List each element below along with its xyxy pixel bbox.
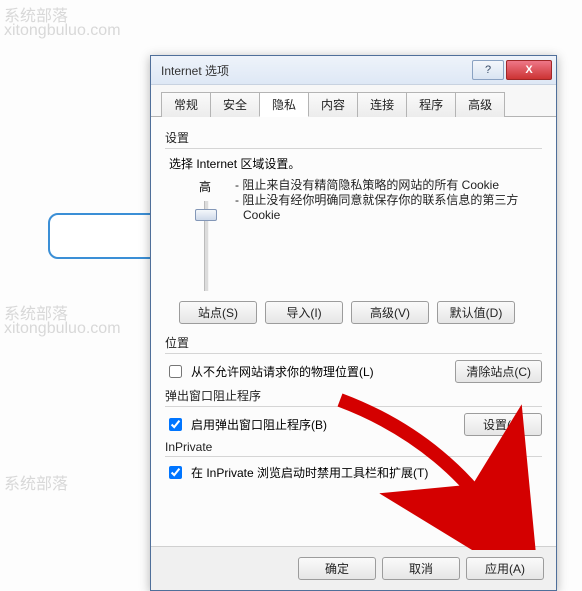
popup-checkbox[interactable] <box>169 418 182 431</box>
advanced-button[interactable]: 高级(V) <box>351 301 429 324</box>
titlebar[interactable]: Internet 选项 ? X <box>151 56 556 85</box>
tab-strip: 常规 安全 隐私 内容 连接 程序 高级 <box>151 85 556 117</box>
inprivate-checkbox[interactable] <box>169 466 182 479</box>
group-location-label: 位置 <box>165 334 542 351</box>
location-checkbox-label: 从不允许网站请求你的物理位置(L) <box>191 363 374 380</box>
settings-desc: 选择 Internet 区域设置。 <box>169 155 542 172</box>
background-rounded-rect <box>48 213 160 259</box>
tab-security[interactable]: 安全 <box>210 92 260 117</box>
slider-thumb[interactable] <box>195 209 217 221</box>
watermark-text: xitongbuluo.com <box>4 22 121 40</box>
privacy-slider[interactable] <box>193 201 217 291</box>
window-title: Internet 选项 <box>161 62 470 79</box>
group-settings-label: 设置 <box>165 129 542 146</box>
tab-general[interactable]: 常规 <box>161 92 211 117</box>
group-inprivate-label: InPrivate <box>165 440 542 454</box>
internet-options-dialog: Internet 选项 ? X 常规 安全 隐私 内容 连接 程序 高级 设置 … <box>150 55 557 591</box>
ok-button[interactable]: 确定 <box>298 557 376 580</box>
close-button[interactable]: X <box>506 60 552 80</box>
tab-programs[interactable]: 程序 <box>406 92 456 117</box>
divider <box>165 456 542 457</box>
sites-button[interactable]: 站点(S) <box>179 301 257 324</box>
popup-checkbox-label: 启用弹出窗口阻止程序(B) <box>191 416 327 433</box>
help-button[interactable]: ? <box>472 60 504 80</box>
popup-settings-button[interactable]: 设置(E) <box>464 413 542 436</box>
cancel-button[interactable]: 取消 <box>382 557 460 580</box>
tab-content[interactable]: 内容 <box>308 92 358 117</box>
watermark-text: xitongbuluo.com <box>4 320 121 338</box>
divider <box>165 406 542 407</box>
privacy-panel: 设置 选择 Internet 区域设置。 高 - 阻止来自没有精简隐私策略的网站… <box>151 117 556 546</box>
tab-privacy[interactable]: 隐私 <box>259 92 309 117</box>
group-popup-label: 弹出窗口阻止程序 <box>165 387 542 404</box>
privacy-bullet-1: - 阻止来自没有精简隐私策略的网站的所有 Cookie <box>235 178 542 193</box>
import-button[interactable]: 导入(I) <box>265 301 343 324</box>
apply-button[interactable]: 应用(A) <box>466 557 544 580</box>
default-button[interactable]: 默认值(D) <box>437 301 515 324</box>
watermark-text: 系统部落 <box>4 470 68 494</box>
location-checkbox[interactable] <box>169 365 182 378</box>
inprivate-checkbox-label: 在 InPrivate 浏览启动时禁用工具栏和扩展(T) <box>191 464 428 481</box>
clear-sites-button[interactable]: 清除站点(C) <box>455 360 542 383</box>
privacy-level-label: 高 <box>199 178 211 195</box>
privacy-bullet-2: - 阻止没有经你明确同意就保存你的联系信息的第三方 Cookie <box>235 193 542 223</box>
tab-advanced[interactable]: 高级 <box>455 92 505 117</box>
tab-connections[interactable]: 连接 <box>357 92 407 117</box>
privacy-desc: - 阻止来自没有精简隐私策略的网站的所有 Cookie - 阻止没有经你明确同意… <box>235 178 542 291</box>
divider <box>165 353 542 354</box>
divider <box>165 148 542 149</box>
dialog-footer: 确定 取消 应用(A) <box>151 546 556 590</box>
